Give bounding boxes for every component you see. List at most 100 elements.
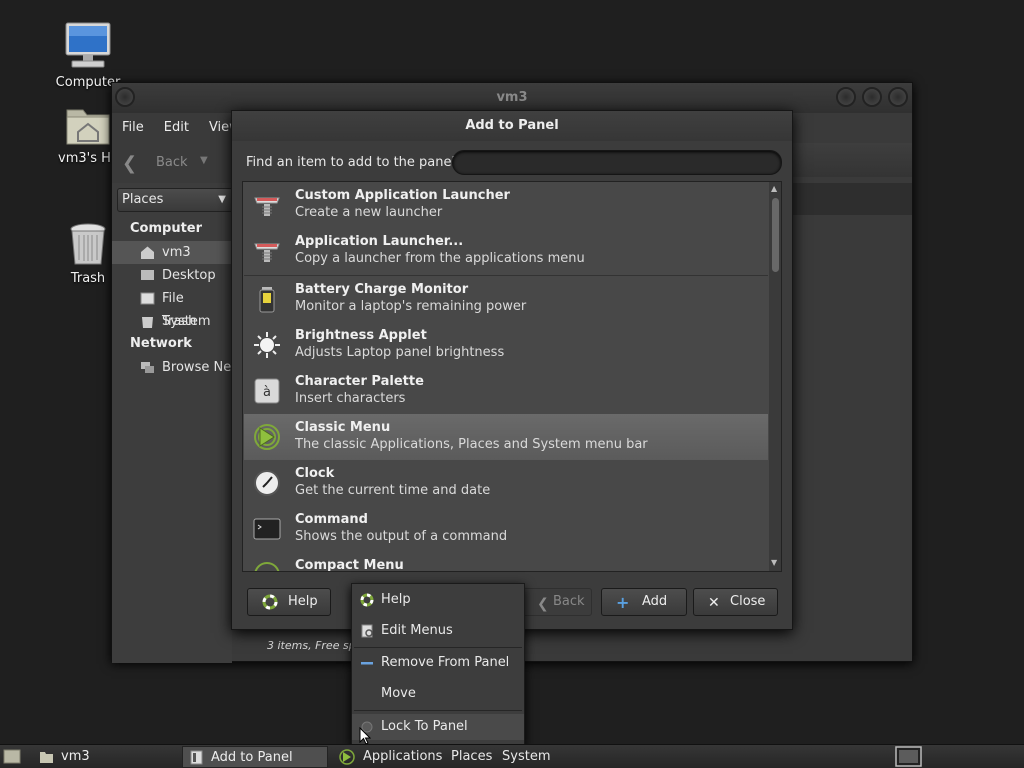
plus-icon: + bbox=[616, 593, 630, 612]
menu-edit[interactable]: Edit bbox=[164, 120, 189, 135]
sidebar-item-label: Desktop bbox=[162, 268, 216, 283]
trash-icon bbox=[142, 317, 153, 328]
sidebar-heading-network: Network bbox=[130, 336, 192, 351]
list-item[interactable]: Command Shows the output of a command bbox=[244, 506, 768, 552]
places-dropdown[interactable]: Places ▼ bbox=[117, 188, 233, 212]
panel-menu-system[interactable]: System bbox=[502, 745, 550, 768]
panel-context-menu[interactable]: Help Edit Menus Remove From Panel Move L… bbox=[351, 583, 525, 745]
item-name: Battery Charge Monitor bbox=[295, 282, 469, 297]
taskbar-item-label: vm3 bbox=[61, 749, 90, 764]
menu-item-move[interactable]: Move bbox=[352, 681, 524, 707]
sidebar-item-label: vm3 bbox=[162, 245, 191, 260]
remove-icon bbox=[361, 662, 373, 665]
help-button-label: Help bbox=[288, 594, 318, 609]
list-item[interactable]: Application Launcher... Copy a launcher … bbox=[244, 228, 768, 274]
list-item[interactable]: Brightness Applet Adjusts Laptop panel b… bbox=[244, 322, 768, 368]
menu-item-label: Move bbox=[381, 686, 416, 701]
help-lifebuoy-icon bbox=[360, 593, 374, 607]
item-name: Compact Menu bbox=[295, 558, 404, 572]
back-button[interactable]: Back bbox=[156, 155, 188, 170]
window-title: vm3 bbox=[496, 90, 528, 105]
drive-icon bbox=[140, 292, 155, 305]
character-icon: à bbox=[254, 378, 280, 404]
home-folder-icon bbox=[40, 752, 53, 763]
panel-menu-places[interactable]: Places bbox=[451, 745, 492, 768]
taskbar-item-add-to-panel[interactable]: Add to Panel bbox=[182, 746, 328, 768]
minimize-button[interactable] bbox=[836, 87, 856, 107]
desktop-icon-computer[interactable]: Computer bbox=[43, 20, 133, 90]
sidebar-item-browse-network[interactable]: Browse Network bbox=[112, 356, 232, 379]
show-desktop-icon[interactable] bbox=[3, 748, 21, 765]
item-description: Create a new launcher bbox=[295, 205, 443, 220]
computer-icon bbox=[65, 22, 111, 68]
compact-menu-icon bbox=[254, 562, 280, 571]
home-folder-icon bbox=[66, 109, 110, 145]
item-name: Character Palette bbox=[295, 374, 424, 389]
sidebar-heading-computer: Computer bbox=[130, 221, 203, 236]
menu-separator bbox=[354, 647, 522, 648]
list-item[interactable]: à Character Palette Insert characters bbox=[244, 368, 768, 414]
back-arrow-icon[interactable]: ❮ bbox=[122, 153, 137, 174]
menu-item-label: Edit Menus bbox=[381, 623, 453, 638]
sidebar-item-file-system[interactable]: File System bbox=[112, 287, 232, 329]
back-arrow-icon: ❮ bbox=[537, 596, 549, 612]
applet-list[interactable]: Custom Application Launcher Create a new… bbox=[242, 181, 782, 572]
item-description: Adjusts Laptop panel brightness bbox=[295, 345, 505, 360]
panel-menu-applications[interactable]: Applications bbox=[363, 745, 442, 768]
bottom-panel: vm3 Add to Panel Applications Places Sys… bbox=[0, 744, 1024, 768]
menu-circle-icon[interactable] bbox=[115, 87, 135, 107]
item-description: Get the current time and date bbox=[295, 483, 491, 498]
edit-menus-icon bbox=[361, 624, 373, 638]
maximize-button[interactable] bbox=[862, 87, 882, 107]
item-description: Shows the output of a command bbox=[295, 529, 508, 544]
close-icon: ✕ bbox=[708, 595, 720, 611]
close-button[interactable] bbox=[888, 87, 908, 107]
item-name: Command bbox=[295, 512, 368, 527]
desktop-icon-label: Trash bbox=[70, 271, 106, 286]
nav-toolbar: ❮ Back ▼ bbox=[112, 145, 232, 179]
sidebar-item-label: Browse Network bbox=[162, 360, 232, 375]
close-button[interactable]: ✕ Close bbox=[693, 588, 778, 616]
help-lifebuoy-icon bbox=[262, 594, 278, 610]
find-label: Find an item to add to the panel: bbox=[246, 155, 460, 170]
add-to-panel-dialog[interactable]: Add to Panel Find an item to add to the … bbox=[231, 110, 793, 630]
scroll-down-icon[interactable]: ▼ bbox=[771, 558, 777, 567]
back-button[interactable]: ❮ Back bbox=[522, 588, 592, 616]
add-button[interactable]: + Add bbox=[601, 588, 687, 616]
taskbar-item-label: Add to Panel bbox=[211, 750, 293, 765]
chevron-down-icon[interactable]: ▼ bbox=[200, 155, 208, 166]
list-scrollbar[interactable]: ▲ ▼ bbox=[769, 182, 781, 571]
help-button[interactable]: Help bbox=[247, 588, 331, 616]
workspace-switcher-icon[interactable] bbox=[895, 746, 922, 767]
desktop-icon bbox=[141, 270, 154, 280]
menu-item-edit-menus[interactable]: Edit Menus bbox=[352, 618, 524, 644]
menu-file[interactable]: File bbox=[122, 120, 144, 135]
list-item[interactable]: Clock Get the current time and date bbox=[244, 460, 768, 506]
network-icon bbox=[141, 362, 154, 373]
list-item[interactable]: Custom Application Launcher Create a new… bbox=[244, 182, 768, 228]
menu-item-help[interactable]: Help bbox=[352, 587, 524, 613]
mouse-cursor-icon bbox=[359, 727, 371, 745]
sidebar-item-desktop[interactable]: Desktop bbox=[112, 264, 232, 287]
sidebar-item-vm3[interactable]: vm3 bbox=[112, 241, 232, 264]
scrollbar-thumb[interactable] bbox=[772, 198, 779, 272]
window-titlebar[interactable]: vm3 bbox=[112, 83, 912, 113]
menu-item-lock-to-panel[interactable]: Lock To Panel bbox=[352, 714, 524, 740]
list-item-selected[interactable]: Classic Menu The classic Applications, P… bbox=[244, 414, 768, 460]
trash-icon bbox=[70, 223, 106, 265]
find-input[interactable] bbox=[452, 150, 782, 175]
scroll-up-icon[interactable]: ▲ bbox=[771, 184, 777, 193]
item-name: Clock bbox=[295, 466, 335, 481]
list-item[interactable]: Battery Charge Monitor Monitor a laptop'… bbox=[244, 276, 768, 322]
list-item[interactable]: Compact Menu bbox=[244, 552, 768, 572]
taskbar-item-vm3[interactable]: vm3 bbox=[33, 746, 173, 768]
sidebar-item-trash[interactable]: Trash bbox=[112, 310, 232, 333]
item-name: Brightness Applet bbox=[295, 328, 427, 343]
item-description: Copy a launcher from the applications me… bbox=[295, 251, 585, 266]
add-button-label: Add bbox=[642, 594, 668, 609]
item-description: Monitor a laptop's remaining power bbox=[295, 299, 527, 314]
menu-item-remove-from-panel[interactable]: Remove From Panel bbox=[352, 650, 524, 676]
item-name: Custom Application Launcher bbox=[295, 188, 510, 203]
launcher-icon bbox=[254, 243, 280, 262]
home-icon bbox=[141, 246, 154, 259]
